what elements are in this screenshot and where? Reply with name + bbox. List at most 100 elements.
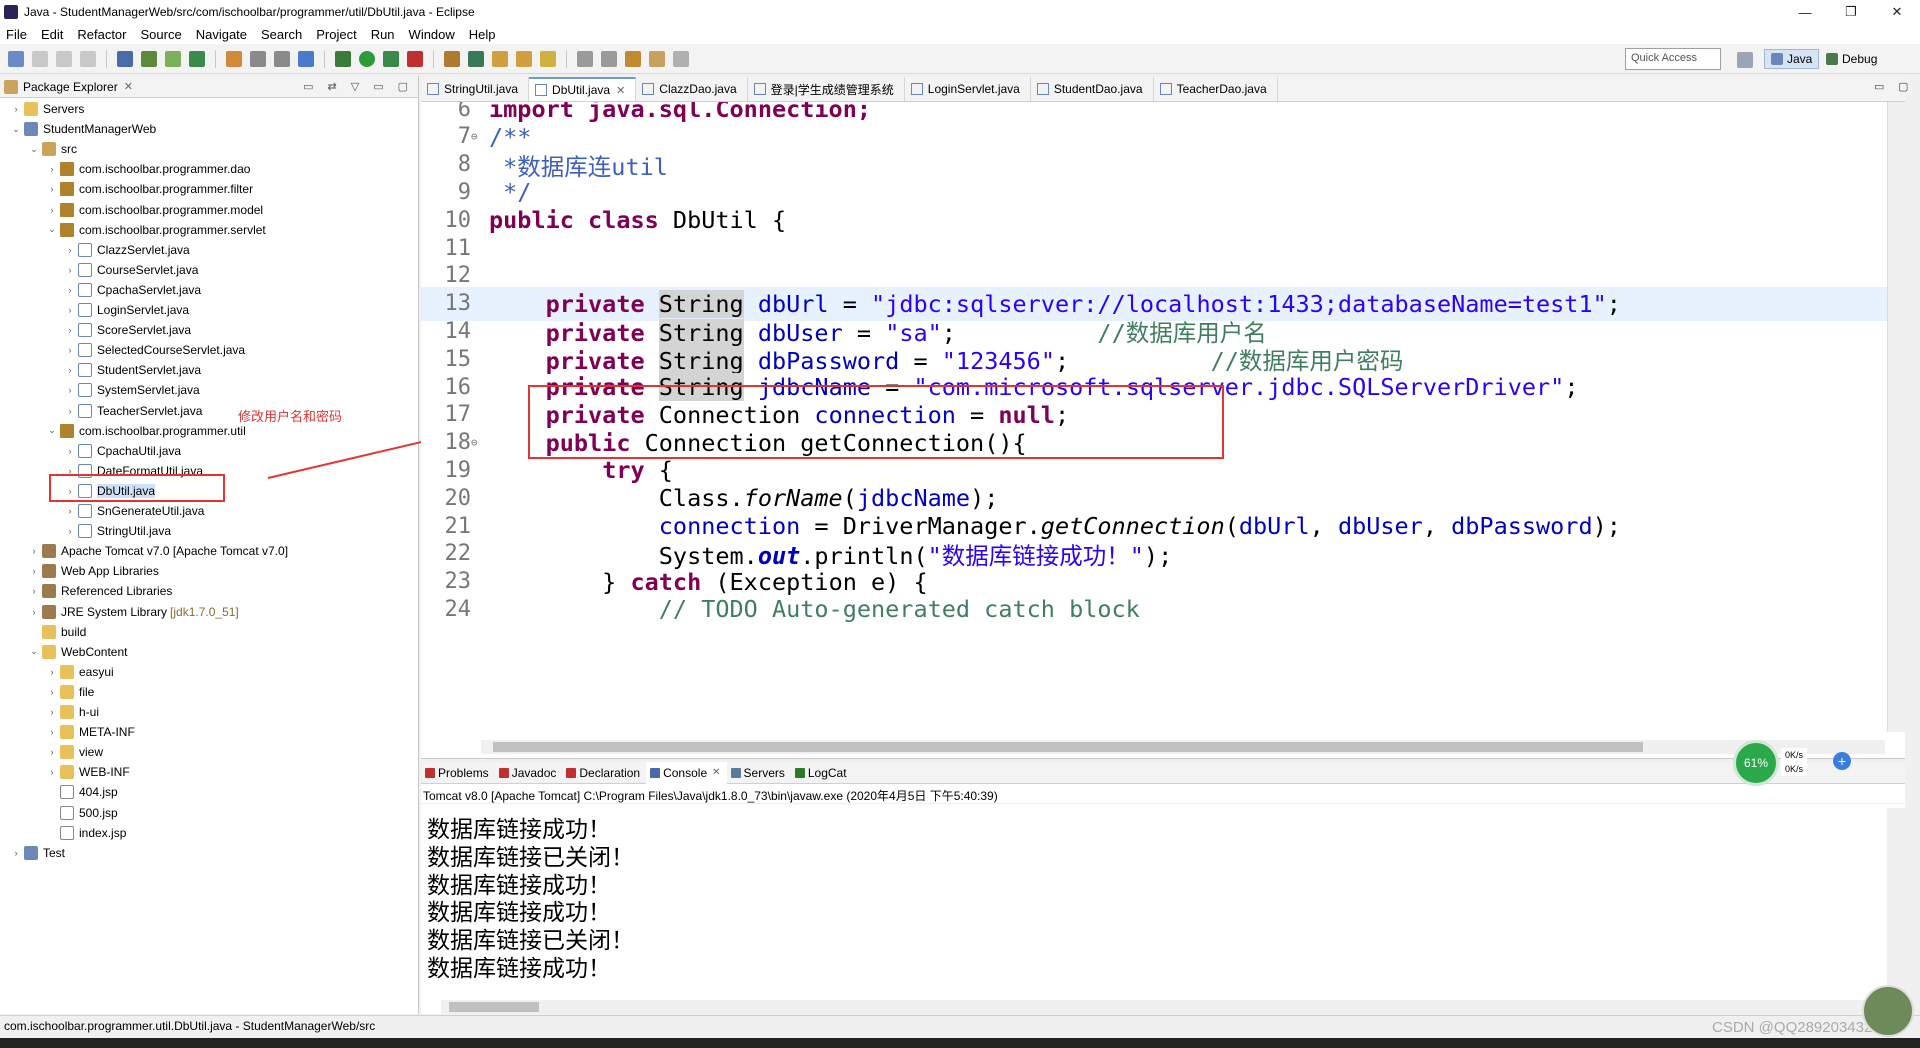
new-class-icon[interactable] [226, 50, 242, 67]
menu-window[interactable]: Window [409, 27, 455, 42]
prev-annotation-icon[interactable] [601, 50, 617, 67]
tree-item[interactable]: › Test [10, 843, 65, 863]
tree-item[interactable]: › Web App Libraries [28, 561, 159, 581]
plus-icon[interactable]: + [1833, 752, 1851, 770]
menu-run[interactable]: Run [371, 27, 395, 42]
tree-item[interactable]: › CpachaUtil.java [64, 441, 181, 461]
tree-item[interactable]: › easyui [46, 662, 114, 682]
tree-item[interactable]: › SnGenerateUtil.java [64, 501, 204, 521]
console-vertical-scrollbar[interactable] [1887, 808, 1905, 1014]
collapse-arrow-icon[interactable]: › [46, 727, 58, 737]
tree-item[interactable]: › SelectedCourseServlet.java [64, 340, 245, 360]
editor-tab[interactable]: StringUtil.java [421, 77, 530, 101]
console-tab[interactable]: Javadoc [495, 762, 563, 784]
external-tools-icon[interactable] [407, 50, 423, 67]
collapse-arrow-icon[interactable]: › [64, 345, 76, 355]
editor-tab[interactable]: ClazzDao.java [636, 77, 748, 101]
collapse-arrow-icon[interactable]: › [28, 566, 40, 576]
console-horizontal-scrollbar[interactable] [441, 1000, 1887, 1014]
tree-item[interactable]: 500.jsp [46, 803, 118, 823]
package-explorer-tab[interactable]: Package Explorer ✕ ▭ ⇄ ▽ ▭ ▢ [0, 76, 418, 98]
collapse-arrow-icon[interactable]: › [46, 747, 58, 757]
perspective-debug[interactable]: Debug [1820, 49, 1883, 69]
editor-tab[interactable]: TeacherDao.java [1154, 77, 1278, 101]
expand-arrow-icon[interactable]: ⌄ [10, 124, 22, 135]
expand-arrow-icon[interactable]: ⌄ [28, 144, 40, 155]
tree-item[interactable]: › Servers [10, 99, 84, 119]
collapse-arrow-icon[interactable]: › [28, 546, 40, 556]
collapse-arrow-icon[interactable]: › [64, 265, 76, 275]
menu-edit[interactable]: Edit [41, 27, 63, 42]
editor-tab[interactable]: 登录|学生成绩管理系统 [748, 77, 905, 101]
tree-item[interactable]: › com.ischoolbar.programmer.filter [46, 179, 253, 199]
tree-item[interactable]: ⌄ com.ischoolbar.programmer.servlet [46, 220, 266, 240]
tree-item[interactable]: index.jsp [46, 823, 126, 843]
console-tab[interactable]: Declaration [562, 762, 646, 784]
close-tab-icon[interactable]: ✕ [712, 767, 720, 778]
menu-navigate[interactable]: Navigate [196, 27, 247, 42]
view-menu-icon[interactable]: ▽ [351, 80, 359, 93]
print-icon[interactable] [80, 50, 96, 67]
tree-item[interactable]: › ClazzServlet.java [64, 240, 190, 260]
collapse-arrow-icon[interactable]: › [46, 687, 58, 697]
next-annotation-icon[interactable] [577, 50, 593, 67]
menu-help[interactable]: Help [469, 27, 496, 42]
save-all-icon[interactable] [56, 50, 72, 67]
editor-tab[interactable]: DbUtil.java ✕ [529, 77, 637, 101]
open-type-icon[interactable] [444, 50, 460, 67]
collapse-arrow-icon[interactable]: › [28, 586, 40, 596]
network-monitor-widget[interactable]: 61% 0K/s 0K/s + [1733, 740, 1853, 786]
tree-item[interactable]: › Referenced Libraries [28, 581, 172, 601]
tree-item[interactable]: ⌄ com.ischoolbar.programmer.util [46, 421, 246, 441]
collapse-arrow-icon[interactable]: › [28, 607, 40, 617]
quick-access-input[interactable]: Quick Access [1625, 48, 1721, 70]
menu-source[interactable]: Source [141, 27, 182, 42]
open-perspective-icon[interactable] [1737, 52, 1753, 68]
tree-item[interactable]: ⌄ src [28, 139, 77, 159]
wizard-icon[interactable] [250, 50, 266, 67]
collapse-arrow-icon[interactable]: › [10, 104, 22, 114]
tree-item[interactable]: › com.ischoolbar.programmer.dao [46, 159, 250, 179]
search-icon[interactable] [516, 50, 532, 67]
collapse-arrow-icon[interactable]: › [64, 406, 76, 416]
tree-item[interactable]: build [28, 622, 86, 642]
tree-item[interactable]: › StringUtil.java [64, 521, 171, 541]
minimize-view-icon[interactable]: ▭ [373, 80, 383, 93]
collapse-arrow-icon[interactable]: › [46, 205, 58, 215]
minimize-button[interactable]: — [1782, 0, 1828, 24]
new-package-icon[interactable] [468, 50, 484, 67]
collapse-arrow-icon[interactable]: › [64, 526, 76, 536]
editor-maximize-icon[interactable]: ▢ [1898, 80, 1908, 93]
menu-project[interactable]: Project [316, 27, 356, 42]
editor-vertical-scrollbar[interactable] [1887, 102, 1905, 732]
tree-item[interactable]: ⌄ StudentManagerWeb [10, 119, 156, 139]
tree-item[interactable]: › com.ischoolbar.programmer.model [46, 200, 263, 220]
back-icon[interactable] [649, 50, 665, 67]
editor-horizontal-scrollbar[interactable] [481, 740, 1885, 754]
tree-item[interactable]: › JRE System Library [jdk1.7.0_51] [28, 602, 239, 622]
collapse-all-icon[interactable]: ▭ [303, 80, 313, 93]
expand-arrow-icon[interactable]: ⌄ [46, 425, 58, 436]
collapse-arrow-icon[interactable]: › [46, 184, 58, 194]
tree-item[interactable]: › file [46, 682, 94, 702]
collapse-arrow-icon[interactable]: › [46, 667, 58, 677]
fold-icon[interactable]: ⊖ [471, 130, 483, 143]
collapse-arrow-icon[interactable]: › [64, 385, 76, 395]
tree-item[interactable]: › StudentServlet.java [64, 360, 201, 380]
close-button[interactable]: ✕ [1874, 0, 1920, 24]
tree-item[interactable]: › SystemServlet.java [64, 380, 200, 400]
collapse-arrow-icon[interactable]: › [64, 506, 76, 516]
debug-icon[interactable] [335, 50, 351, 67]
forward-icon[interactable] [673, 50, 689, 67]
annotation-icon[interactable] [540, 50, 556, 67]
tool-icon[interactable] [274, 50, 290, 67]
perspective-java[interactable]: Java [1764, 49, 1820, 69]
new-icon[interactable] [8, 50, 24, 67]
expand-arrow-icon[interactable]: ⌄ [28, 646, 40, 657]
run-icon[interactable] [359, 50, 375, 67]
console-tab[interactable]: Problems [421, 762, 495, 784]
close-tab-icon[interactable]: ✕ [616, 84, 625, 97]
collapse-arrow-icon[interactable]: › [64, 305, 76, 315]
maximize-view-icon[interactable]: ▢ [398, 80, 408, 93]
expand-arrow-icon[interactable]: ⌄ [46, 224, 58, 235]
